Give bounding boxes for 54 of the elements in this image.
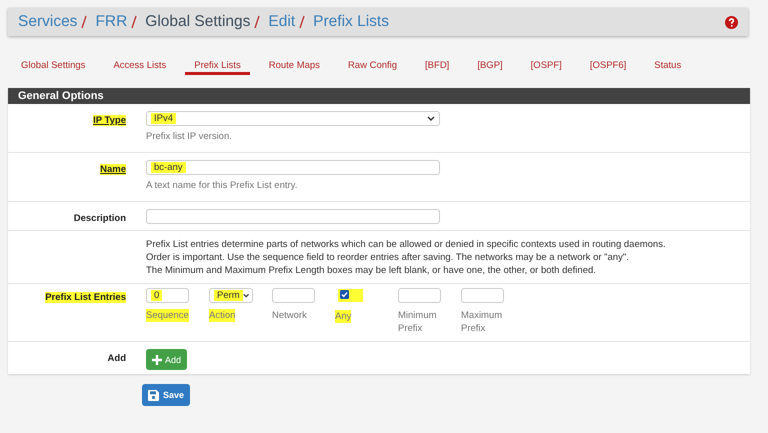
- breadcrumb-link[interactable]: Edit: [268, 13, 296, 31]
- select-field[interactable]: IPv4: [146, 111, 440, 126]
- field-value: bc-any: [151, 162, 186, 173]
- select-field[interactable]: Perm: [209, 288, 253, 303]
- breadcrumb-separator-icon: [299, 15, 306, 29]
- tab[interactable]: Global Settings: [12, 50, 94, 75]
- help-icon[interactable]: [725, 16, 738, 28]
- text-field[interactable]: 0: [146, 288, 189, 303]
- select-value: Perm: [214, 290, 243, 301]
- tab[interactable]: [BGP]: [468, 50, 512, 75]
- tab[interactable]: Route Maps: [260, 50, 329, 75]
- breadcrumb-separator-icon: [254, 15, 260, 29]
- breadcrumb-link[interactable]: Prefix Lists: [313, 13, 389, 31]
- save-button[interactable]: Save: [142, 384, 190, 406]
- column-caption: Maximum Prefix: [461, 309, 504, 335]
- tab[interactable]: Raw Config: [338, 50, 406, 75]
- breadcrumb-separator-icon: [131, 15, 138, 29]
- help-text: Order is important. Use the sequence field to reorder entries after saving. The networks may be a network or "any".: [146, 251, 630, 264]
- breadcrumb-separator-icon: [81, 15, 88, 29]
- field-label: IP Type: [93, 115, 126, 126]
- chevron-down-icon: [242, 293, 249, 298]
- add-button[interactable]: Add: [146, 349, 188, 370]
- field-hint: Prefix list IP version.: [146, 131, 233, 142]
- breadcrumb-text: Global Settings: [145, 13, 250, 31]
- column-caption: Sequence: [146, 309, 189, 322]
- text-field[interactable]: [461, 288, 504, 303]
- text-field[interactable]: bc-any: [146, 160, 440, 175]
- field-label: Description: [74, 213, 126, 224]
- panel-title: General Options: [8, 88, 750, 104]
- breadcrumb-link[interactable]: FRR: [95, 13, 128, 31]
- tab[interactable]: Prefix Lists: [185, 50, 250, 75]
- checkbox[interactable]: [340, 290, 349, 299]
- field-hint: A text name for this Prefix List entry.: [146, 180, 298, 191]
- help-text: Prefix List entries determine parts of networks which can be allowed or denied in specific contexts used in routing daemons.: [146, 238, 666, 251]
- tab[interactable]: Access Lists: [104, 50, 176, 75]
- text-field[interactable]: [146, 209, 440, 224]
- text-field[interactable]: [398, 288, 441, 303]
- text-field[interactable]: [272, 288, 315, 303]
- tab[interactable]: Status: [645, 50, 690, 75]
- tab[interactable]: [BFD]: [416, 50, 458, 75]
- chevron-down-icon: [427, 116, 435, 121]
- column-caption: Minimum Prefix: [398, 309, 438, 335]
- field-label: Prefix List Entries: [45, 292, 126, 303]
- breadcrumb-link[interactable]: Services: [18, 13, 78, 31]
- tab[interactable]: [OSPF]: [522, 50, 571, 75]
- field-value: 0: [151, 290, 162, 301]
- field-label: Add: [108, 353, 126, 364]
- column-caption: Action: [209, 309, 236, 322]
- plus-icon: [152, 354, 162, 364]
- column-caption: Network: [272, 309, 307, 322]
- help-text: The Minimum and Maximum Prefix Length boxes may be left blank, or have one, the other, or both defined.: [146, 264, 597, 277]
- field-label: Name: [100, 164, 126, 175]
- tab[interactable]: [OSPF6]: [580, 50, 636, 75]
- select-value: IPv4: [151, 113, 176, 124]
